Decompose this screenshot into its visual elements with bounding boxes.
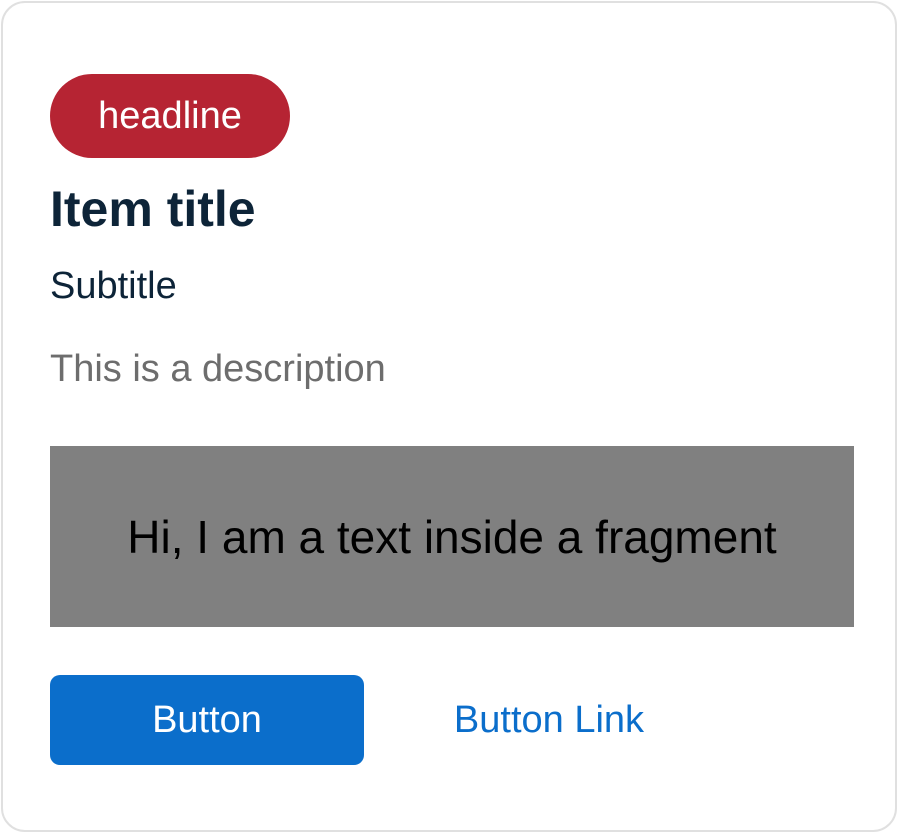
item-description: This is a description (50, 348, 386, 390)
link-button[interactable]: Button Link (389, 675, 709, 765)
fragment-text: Hi, I am a text inside a fragment (127, 510, 777, 563)
item-subtitle: Subtitle (50, 265, 177, 307)
item-card: headline Item title Subtitle This is a d… (1, 1, 897, 832)
headline-badge: headline (50, 74, 290, 158)
fragment-container: Hi, I am a text inside a fragment (50, 446, 854, 627)
item-title: Item title (50, 181, 256, 237)
primary-button[interactable]: Button (50, 675, 364, 765)
